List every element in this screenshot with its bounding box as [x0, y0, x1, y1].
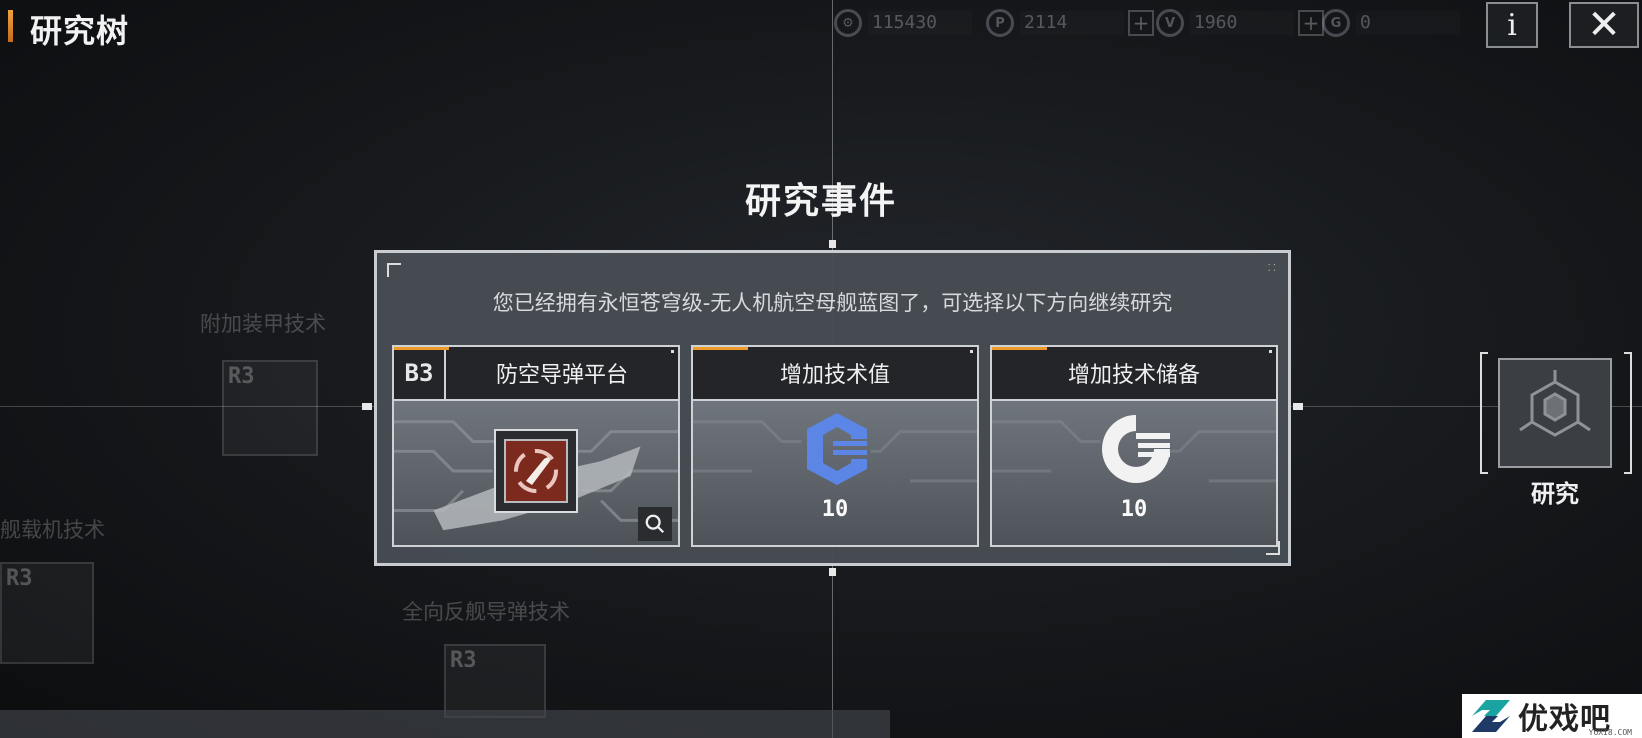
weapon-icon-frame [494, 429, 578, 513]
bg-tree-node: R3 [0, 562, 94, 664]
currency-tech-reserve: G 0 [1322, 8, 1460, 38]
node-bracket [1624, 352, 1632, 474]
option-accent [992, 347, 1047, 350]
tier-badge: B3 [394, 347, 446, 399]
gear-coin-icon: ⚙ [834, 9, 862, 37]
option-accent [394, 347, 449, 350]
add-currency-button[interactable]: + [1298, 10, 1324, 36]
currency-value: 2114 [1020, 11, 1124, 35]
bg-tree-node: R3 [222, 360, 318, 456]
bg-tree-label: 附加装甲技术 [200, 312, 326, 336]
bottom-strip [0, 710, 890, 738]
option-value: 10 [1120, 497, 1148, 522]
option-value: 10 [821, 497, 849, 522]
research-node[interactable] [1498, 358, 1612, 468]
option-header: 增加技术值 [693, 347, 977, 401]
bg-tree-node: R3 [444, 644, 546, 718]
zoom-button[interactable] [638, 507, 672, 541]
crosshair-tick [829, 568, 836, 576]
bg-tree-label: 舰载机技术 [0, 518, 105, 542]
option-header: B3 防空导弹平台 [394, 347, 678, 401]
hexagon-network-icon [1519, 370, 1591, 437]
crosshair-tick [362, 403, 372, 410]
option-title: 增加技术值 [779, 363, 890, 388]
currency-value: 1960 [1190, 11, 1294, 35]
tech-reserve-icon [1102, 415, 1170, 483]
currency-p: P 2114 + [986, 8, 1154, 38]
currency-v: V 1960 + [1156, 8, 1324, 38]
bullet-target-icon [504, 439, 568, 503]
close-button[interactable]: ✕ [1569, 2, 1639, 48]
currency-value: 0 [1356, 11, 1460, 35]
corner-decoration [387, 263, 401, 277]
title-accent-bar [8, 10, 13, 42]
option-accent [693, 347, 748, 350]
crosshair-tick [1293, 403, 1303, 410]
v-coin-icon: V [1156, 9, 1184, 37]
option-body: 10 [693, 401, 977, 545]
corner-decoration: ⁚⁚ [1267, 263, 1278, 274]
event-heading: 研究事件 [744, 181, 897, 222]
bg-tree-label: 全向反舰导弹技术 [402, 600, 570, 624]
watermark: 优戏吧 YOXI8.COM [1462, 694, 1642, 738]
option-body [394, 401, 678, 545]
option-card-aa-missile[interactable]: B3 防空导弹平台 [392, 345, 680, 547]
currency-gear: ⚙ 115430 [834, 8, 972, 38]
info-button[interactable]: i [1486, 2, 1538, 48]
research-node-label: 研究 [1531, 480, 1579, 508]
event-description: 您已经拥有永恒苍穹级-无人机航空母舰蓝图了，可选择以下方向继续研究 [492, 291, 1173, 315]
option-header: 增加技术储备 [992, 347, 1276, 401]
research-event-dialog: ⁚⁚ 您已经拥有永恒苍穹级-无人机航空母舰蓝图了，可选择以下方向继续研究 B3 … [374, 250, 1291, 566]
crosshair-tick [829, 240, 836, 248]
option-body: 10 [992, 401, 1276, 545]
option-title: 防空导弹平台 [495, 363, 628, 388]
add-currency-button[interactable]: + [1128, 10, 1154, 36]
tech-reserve-icon: G [1322, 9, 1350, 37]
option-title: 增加技术储备 [1067, 363, 1200, 388]
node-bracket [1480, 352, 1488, 474]
p-coin-icon: P [986, 9, 1014, 37]
watermark-logo-icon [1472, 700, 1510, 732]
tech-value-icon [807, 413, 867, 485]
magnifier-icon [645, 514, 665, 534]
option-card-tech-reserve[interactable]: 增加技术储备 10 [990, 345, 1278, 547]
page-title: 研究树 [30, 12, 130, 50]
option-card-tech-value[interactable]: 增加技术值 10 [691, 345, 979, 547]
watermark-subtext: YOXI8.COM [1588, 728, 1632, 737]
currency-value: 115430 [868, 11, 972, 35]
